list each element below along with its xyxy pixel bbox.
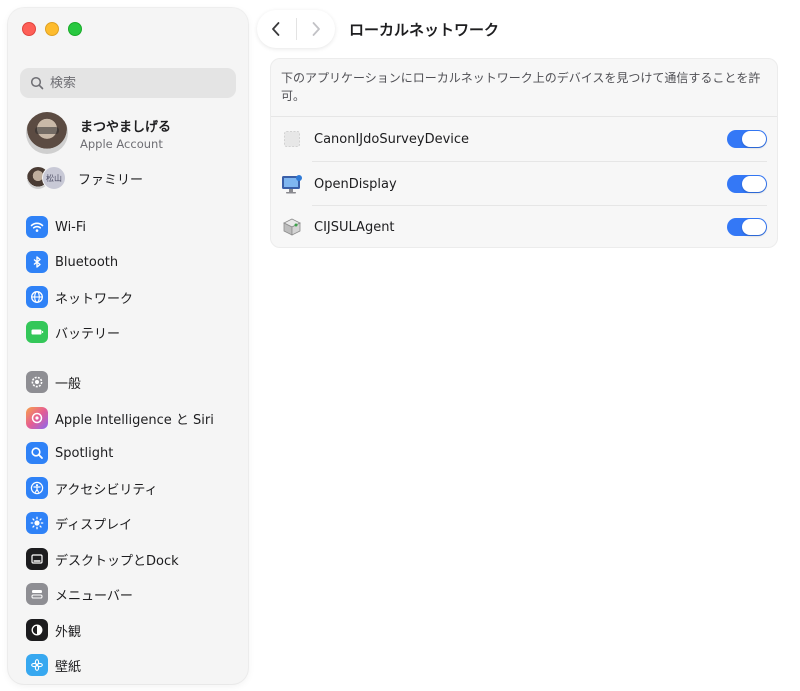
app-toggle[interactable] — [727, 130, 767, 148]
generic-app-icon — [280, 127, 304, 151]
siri-icon — [26, 407, 48, 429]
close-button[interactable] — [22, 22, 36, 36]
sidebar-item-label: デスクトップとDock — [55, 553, 179, 569]
navigation-buttons — [257, 10, 335, 48]
sidebar-item-desktop-dock[interactable]: デスクトップとDock — [26, 545, 242, 573]
account-subtitle: Apple Account — [80, 136, 163, 151]
family-row[interactable]: 松山 ファミリー — [26, 166, 143, 190]
search-icon — [30, 76, 44, 90]
bluetooth-icon — [26, 251, 48, 273]
app-name: CIJSULAgent — [314, 219, 395, 235]
sidebar-item-label: メニューバー — [55, 588, 133, 604]
family-avatars: 松山 — [26, 166, 70, 190]
wifi-icon — [26, 216, 48, 238]
sidebar-item-network[interactable]: ネットワーク — [26, 283, 242, 311]
sidebar-item-appearance[interactable]: 外観 — [26, 616, 242, 644]
chevron-right-icon — [312, 22, 320, 36]
sidebar-item-menubar[interactable]: メニューバー — [26, 580, 242, 608]
window-controls — [22, 22, 82, 36]
app-row: CIJSULAgent — [271, 205, 777, 249]
dock-icon — [26, 548, 48, 570]
menubar-icon — [26, 583, 48, 605]
sidebar-item-general[interactable]: 一般 — [26, 368, 242, 396]
sidebar-item-label: Spotlight — [55, 445, 114, 461]
sidebar-item-label: Wi-Fi — [55, 219, 87, 235]
sidebar-item-label: 外観 — [55, 624, 82, 640]
panel-description: 下のアプリケーションにローカルネットワーク上のデバイスを見つけて通信することを許… — [281, 71, 761, 103]
app-row: CanonIJdoSurveyDevice — [271, 117, 777, 161]
app-toggle[interactable] — [727, 218, 767, 236]
sun-icon — [26, 512, 48, 534]
app-name: OpenDisplay — [314, 176, 397, 192]
appearance-icon — [26, 619, 48, 641]
sidebar-item-label: 一般 — [55, 376, 82, 392]
sidebar-item-apple-intelligence[interactable]: Apple Intelligence と Siri — [26, 404, 242, 432]
sidebar-item-accessibility[interactable]: アクセシビリティ — [26, 474, 242, 502]
agent-app-icon — [280, 215, 304, 239]
sidebar-item-label: アクセシビリティ — [55, 482, 158, 498]
globe-icon — [26, 286, 48, 308]
page-title: ローカルネットワーク — [349, 21, 500, 39]
app-name: CanonIJdoSurveyDevice — [314, 131, 470, 147]
sidebar-item-bluetooth[interactable]: Bluetooth — [26, 248, 242, 276]
sidebar-item-spotlight[interactable]: Spotlight — [26, 439, 242, 467]
back-button[interactable] — [257, 10, 296, 48]
account-row[interactable]: まつやましげる Apple Account — [26, 112, 171, 154]
family-label: ファミリー — [78, 172, 144, 188]
sidebar: まつやましげる Apple Account 松山 ファミリー Wi-Fi Blu… — [8, 8, 248, 684]
sidebar-item-label: Bluetooth — [55, 254, 119, 270]
battery-icon — [26, 321, 48, 343]
sidebar-item-label: 壁紙 — [55, 659, 82, 675]
sidebar-item-wallpaper[interactable]: 壁紙 — [26, 651, 242, 679]
sidebar-item-label: バッテリー — [55, 326, 121, 342]
app-row: OpenDisplay — [271, 162, 777, 206]
accessibility-icon — [26, 477, 48, 499]
sidebar-item-label: ディスプレイ — [55, 517, 133, 533]
sidebar-item-label: ネットワーク — [55, 291, 134, 307]
sidebar-item-displays[interactable]: ディスプレイ — [26, 509, 242, 537]
chevron-left-icon — [272, 22, 280, 36]
gear-icon — [26, 371, 48, 393]
sidebar-item-wifi[interactable]: Wi-Fi — [26, 213, 242, 241]
family-avatar-initials: 松山 — [42, 166, 66, 190]
minimize-button[interactable] — [45, 22, 59, 36]
forward-button[interactable] — [296, 10, 335, 48]
magnifier-icon — [26, 442, 48, 464]
wallpaper-icon — [26, 654, 48, 676]
search-field[interactable] — [20, 68, 236, 98]
local-network-panel: 下のアプリケーションにローカルネットワーク上のデバイスを見つけて通信することを許… — [270, 58, 778, 248]
settings-window: まつやましげる Apple Account 松山 ファミリー Wi-Fi Blu… — [0, 0, 800, 691]
sidebar-item-battery[interactable]: バッテリー — [26, 318, 242, 346]
account-name: まつやましげる — [80, 119, 172, 135]
search-input[interactable] — [50, 75, 230, 91]
app-toggle[interactable] — [727, 175, 767, 193]
avatar — [26, 112, 68, 154]
sidebar-item-label: Apple Intelligence と Siri — [55, 412, 214, 428]
zoom-button[interactable] — [68, 22, 82, 36]
display-app-icon — [280, 172, 304, 196]
